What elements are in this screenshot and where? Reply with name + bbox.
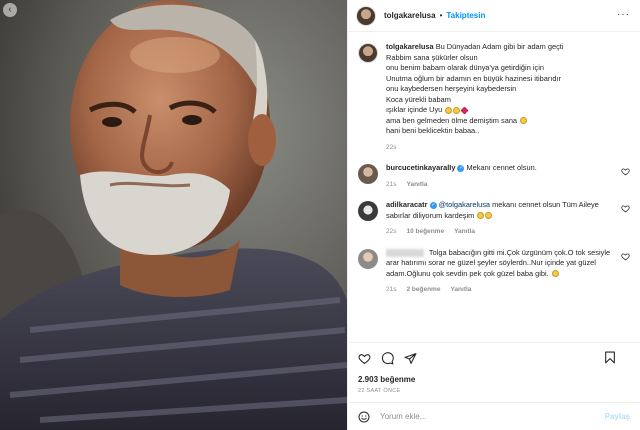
emoji-icon [453, 106, 461, 114]
comment-body: Tolga babacığın gitti mi.Çok üzgünüm çok… [386, 248, 630, 296]
caption-username[interactable]: tolgakarelusa [386, 42, 434, 51]
save-button[interactable] [604, 351, 616, 366]
emoji-icon [477, 212, 485, 220]
reply-button[interactable]: Yanıtla [450, 285, 471, 296]
comment-time[interactable]: 22s [386, 227, 396, 238]
post-header: tolgakarelusa • Takiptesin ··· [348, 0, 640, 32]
instagram-post-view: ‹ tolgakarelusa • Takiptesin ··· tolgaka… [0, 0, 640, 430]
reply-button[interactable]: Yanıtla [406, 180, 427, 191]
comment-time[interactable]: 21s [386, 285, 396, 296]
comment-body: burcucetinkayaralIy ✓ Mekanı cennet olsun… [386, 163, 630, 190]
comments-list[interactable]: tolgakarelusa Bu Dünyadan Adam gibi bir … [348, 32, 640, 342]
share-direct-icon[interactable] [404, 352, 417, 365]
commenter-avatar[interactable] [358, 201, 378, 221]
more-options-icon[interactable]: ··· [617, 9, 630, 20]
comment-input[interactable]: Yorum ekle... [380, 412, 605, 421]
comment-bubble-icon[interactable] [381, 351, 394, 365]
comment-likes[interactable]: 2 beğenme [406, 285, 440, 296]
post-side-panel: tolgakarelusa • Takiptesin ··· tolgakare… [347, 0, 640, 430]
comment-body: adilkaracatr ✓ @tolgakarelusa mekanı cenn… [386, 200, 630, 238]
post-actions: 2.903 beğenme 22 SAAT ÖNCE [348, 342, 640, 402]
caption-body: tolgakarelusa Bu Dünyadan Adam gibi bir … [386, 42, 630, 153]
blurred-username [386, 248, 424, 257]
commenter-avatar[interactable] [358, 164, 378, 184]
commenter-username[interactable]: adilkaracatr [386, 200, 428, 209]
caption-line: Unutma oğlum bir adamın en büyük hazines… [386, 73, 562, 83]
comment-item: burcucetinkayaralIy ✓ Mekanı cennet olsun… [358, 163, 630, 190]
header-separator: • [439, 11, 443, 20]
caption-avatar[interactable] [358, 43, 378, 63]
comment-item: adilkaracatr ✓ @tolgakarelusa mekanı cenn… [358, 200, 630, 238]
emoji-picker-icon[interactable] [358, 411, 370, 423]
post-comment-button[interactable]: Paylaş [605, 412, 630, 421]
caption-line: Bu Dünyadan Adam gibi bir adam geçti [435, 42, 564, 51]
comment-likes[interactable]: 10 beğenme [406, 227, 444, 238]
emoji-icon [551, 270, 559, 278]
verified-badge-icon: ✓ [429, 201, 437, 209]
likes-count[interactable]: 2.903 beğenme [358, 375, 630, 384]
like-comment-heart-icon[interactable] [621, 204, 630, 213]
caption-time[interactable]: 22s [386, 143, 396, 154]
caption: tolgakarelusa Bu Dünyadan Adam gibi bir … [358, 42, 630, 153]
emoji-icon [485, 212, 493, 220]
comment-item: Tolga babacığın gitti mi.Çok üzgünüm çok… [358, 248, 630, 296]
comment-meta: 21s 2 beğenme Yanıtla [386, 285, 614, 296]
emoji-icon [520, 117, 528, 125]
comment-time[interactable]: 21s [386, 180, 396, 191]
chevron-left-icon: ‹ [8, 4, 12, 15]
like-heart-icon[interactable] [358, 352, 371, 365]
emoji-icon [445, 106, 453, 114]
previous-nav-button[interactable]: ‹ [3, 3, 17, 17]
verified-badge-icon: ✓ [457, 164, 465, 172]
comment-meta: 21s Yanıtla [386, 180, 614, 191]
caption-meta: 22s [386, 143, 614, 154]
commenter-username[interactable]: burcucetinkayaralIy [386, 163, 455, 172]
commenter-avatar[interactable] [358, 248, 378, 269]
add-comment-bar: Yorum ekle... Paylaş [348, 402, 640, 430]
caption-line: Koca yürekli babam [386, 94, 451, 104]
comment-text: Mekanı cennet olsun. [466, 163, 537, 172]
following-button[interactable]: Takiptesin [446, 11, 485, 20]
caption-line: ışıklar içinde Uyu [386, 105, 614, 116]
author-username[interactable]: tolgakarelusa [384, 11, 436, 20]
caption-line: onu benim babam olarak dünya'ya getirdiğ… [386, 63, 544, 72]
like-comment-heart-icon[interactable] [621, 167, 630, 176]
action-icons [358, 351, 630, 365]
mention-link[interactable]: @tolgakarelusa [439, 200, 490, 209]
post-photo[interactable]: ‹ [0, 0, 347, 430]
portrait-image [0, 0, 347, 430]
post-date[interactable]: 22 SAAT ÖNCE [358, 388, 630, 394]
comment-meta: 22s 10 beğenme Yanıtla [386, 227, 614, 238]
like-comment-heart-icon[interactable] [621, 252, 630, 261]
caption-line: ama ben gelmeden ölme demiştim sana [386, 116, 614, 127]
caption-line: hani beni beklicektin babaa.. [386, 126, 480, 135]
reply-button[interactable]: Yanıtla [454, 227, 475, 238]
bookmark-icon [605, 351, 615, 364]
caption-line: Rabbim sana şükürler olsun [386, 52, 478, 62]
author-avatar[interactable] [356, 5, 376, 26]
heart-emoji-icon [460, 106, 469, 115]
caption-line: onu kaybedersen herşeyini kaybedersin [386, 84, 517, 93]
